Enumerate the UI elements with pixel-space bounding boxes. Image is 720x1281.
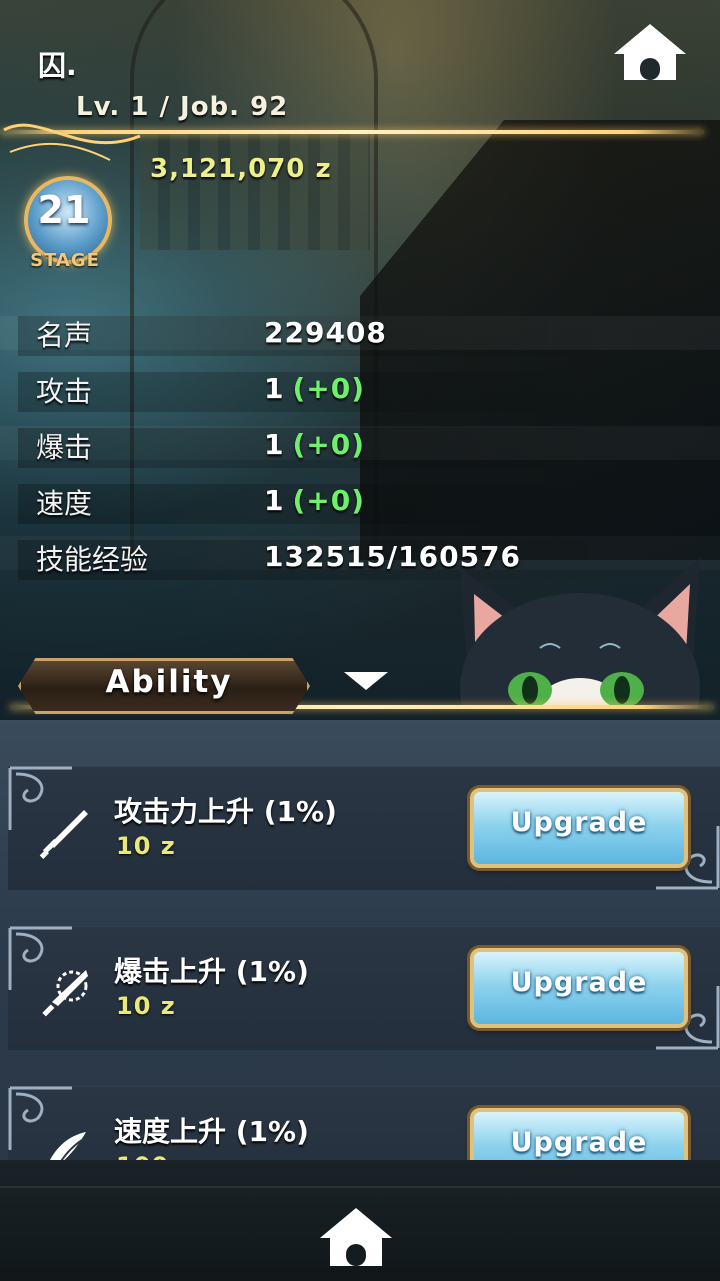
stat-label: 攻击 bbox=[36, 375, 93, 408]
ability-card-attack: 攻击力上升 (1%) 10 z Upgrade bbox=[8, 766, 720, 890]
home-icon bbox=[614, 24, 686, 80]
home-button-bottom[interactable] bbox=[316, 1204, 396, 1270]
stat-bonus: (+0) bbox=[292, 484, 366, 517]
ability-tab-label: Ability bbox=[105, 664, 233, 700]
upgrade-button-label: Upgrade bbox=[510, 1127, 648, 1158]
stage-number: 21 bbox=[37, 188, 91, 232]
upgrade-button-label: Upgrade bbox=[510, 807, 648, 838]
zeny-amount: 3,121,070 z bbox=[150, 154, 332, 184]
crit-blade-icon bbox=[42, 970, 88, 1017]
stat-row-attack: 攻击 1 (+0) bbox=[0, 368, 720, 414]
upgrade-button[interactable]: Upgrade bbox=[470, 788, 688, 868]
stage-badge: 21 STAGE bbox=[20, 166, 112, 276]
upgrade-button[interactable]: Upgrade bbox=[470, 948, 688, 1028]
wing-icon bbox=[50, 1132, 86, 1160]
ability-card-speed: 速度上升 (1%) 100 z Upgrade bbox=[8, 1086, 720, 1160]
home-button-top[interactable] bbox=[610, 20, 690, 84]
stat-row-fame: 名声 229408 bbox=[0, 312, 720, 358]
ability-title: 攻击力上升 (1%) bbox=[114, 795, 337, 828]
stat-label: 技能经验 bbox=[36, 543, 149, 576]
ability-card-critical: 爆击上升 (1%) 10 z Upgrade bbox=[8, 926, 720, 1050]
stat-value: 229408 bbox=[264, 316, 387, 349]
stat-bonus: (+0) bbox=[292, 428, 366, 461]
stat-value: 1 (+0) bbox=[264, 428, 366, 461]
ability-title: 爆击上升 (1%) bbox=[114, 955, 309, 988]
stat-row-speed: 速度 1 (+0) bbox=[0, 480, 720, 526]
player-name: 囚. bbox=[38, 49, 77, 82]
upgrade-button-label: Upgrade bbox=[510, 967, 648, 998]
ability-list[interactable]: 攻击力上升 (1%) 10 z Upgrade 爆击上升 (1%) 10 z U… bbox=[0, 720, 720, 1160]
cat-mascot bbox=[440, 548, 720, 708]
ability-cost: 10 z bbox=[116, 992, 176, 1020]
stat-label: 名声 bbox=[36, 319, 93, 352]
stat-label: 速度 bbox=[36, 487, 93, 520]
ability-title: 速度上升 (1%) bbox=[114, 1115, 309, 1148]
ability-cost: 100 z bbox=[116, 1152, 193, 1160]
sword-icon bbox=[39, 810, 88, 859]
stat-row-critical: 爆击 1 (+0) bbox=[0, 424, 720, 470]
stage-label: STAGE bbox=[30, 250, 100, 271]
cat-illustration bbox=[460, 558, 700, 708]
header-gold-ornament bbox=[3, 123, 141, 161]
stat-value: 1 (+0) bbox=[264, 372, 366, 405]
dropdown-arrow-icon[interactable] bbox=[344, 672, 388, 690]
upgrade-button[interactable]: Upgrade bbox=[470, 1108, 688, 1160]
ability-cost: 10 z bbox=[116, 832, 176, 860]
stat-label: 爆击 bbox=[36, 431, 93, 464]
header-divider bbox=[0, 130, 704, 134]
stat-value: 1 (+0) bbox=[264, 484, 366, 517]
home-icon bbox=[320, 1208, 392, 1266]
stat-bonus: (+0) bbox=[292, 372, 366, 405]
ability-tab[interactable]: Ability bbox=[4, 652, 320, 716]
